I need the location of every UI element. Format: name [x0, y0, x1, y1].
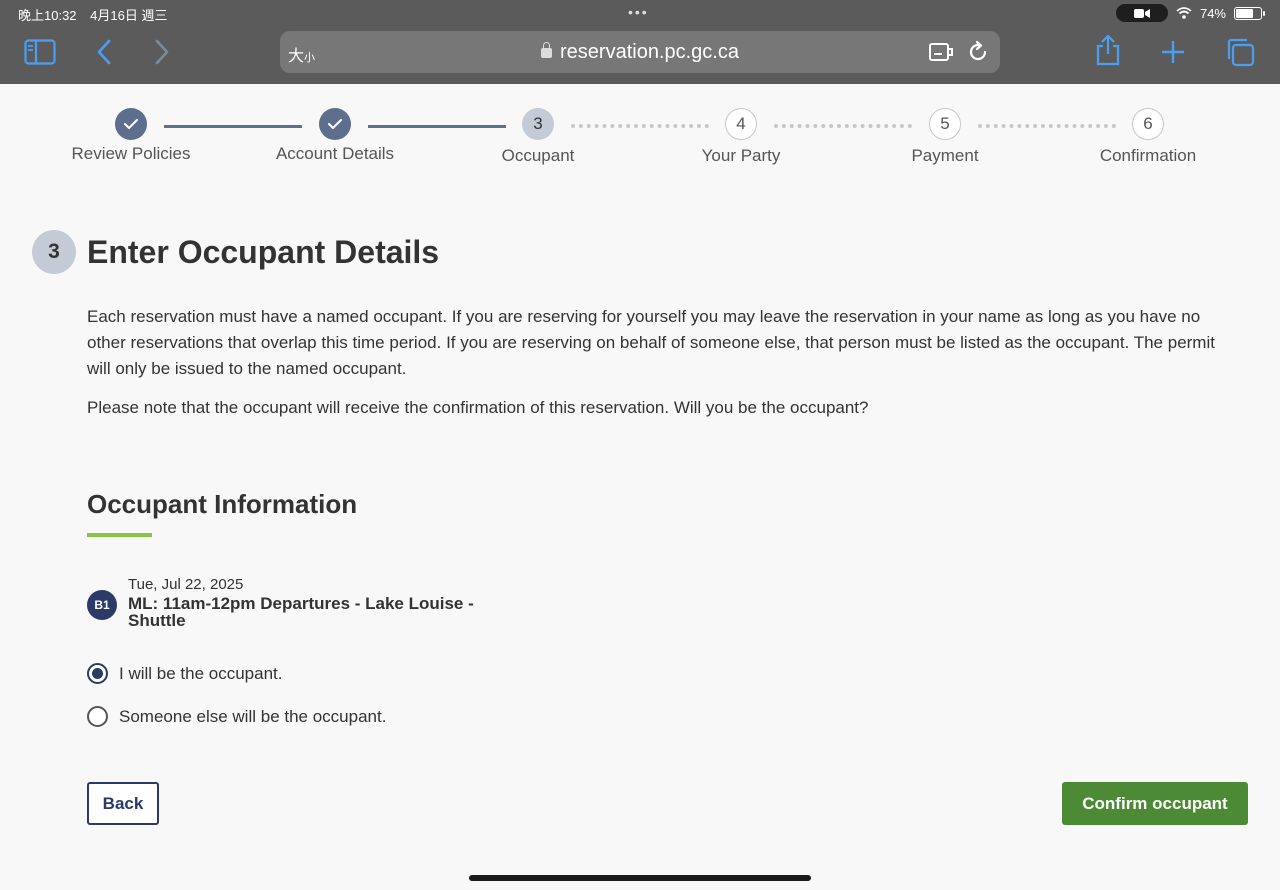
- status-time: 晚上10:32: [18, 8, 77, 23]
- step-number: 5: [929, 108, 961, 140]
- step-label: Payment: [911, 146, 979, 165]
- step-connector: [368, 125, 506, 128]
- occupant-note: Please note that the occupant will recei…: [87, 398, 869, 417]
- occupant-description: Each reservation must have a named occup…: [87, 307, 1215, 378]
- reservation-badge: B1: [87, 590, 117, 620]
- radio-self-occupant[interactable]: I will be the occupant.: [87, 663, 282, 684]
- lock-icon: [541, 42, 552, 58]
- back-arrow-icon[interactable]: [88, 36, 120, 68]
- url-display[interactable]: reservation.pc.gc.ca: [280, 41, 1000, 64]
- step-connector: [164, 125, 302, 128]
- step-label: Confirmation: [1099, 146, 1197, 165]
- back-button[interactable]: Back: [87, 782, 159, 825]
- radio-someone-else-occupant[interactable]: Someone else will be the occupant.: [87, 706, 386, 727]
- status-left: 晚上10:32 4月16日 週三: [18, 5, 177, 24]
- radio-button[interactable]: [87, 706, 108, 727]
- extension-icon[interactable]: [928, 40, 953, 64]
- reservation-date: Tue, Jul 22, 2025: [128, 576, 244, 593]
- status-right: 74%: [1115, 4, 1265, 22]
- check-icon: [319, 108, 351, 140]
- step-connector: [774, 124, 912, 128]
- camera-indicator-icon: [1115, 4, 1168, 22]
- confirm-occupant-button[interactable]: Confirm occupant: [1062, 782, 1248, 825]
- battery-icon: [1234, 6, 1265, 20]
- battery-percent: 74%: [1199, 5, 1226, 21]
- forward-arrow-icon[interactable]: [146, 36, 178, 68]
- reload-icon[interactable]: [966, 40, 990, 64]
- section-step-badge: 3: [32, 230, 76, 274]
- step-label: Account Details: [275, 144, 395, 163]
- page-title: Enter Occupant Details: [87, 234, 440, 270]
- new-tab-icon[interactable]: [1157, 36, 1189, 68]
- tabs-icon[interactable]: [1224, 36, 1256, 68]
- section-title: Occupant Information: [87, 489, 358, 519]
- sidebar-icon[interactable]: [24, 36, 56, 68]
- step-number: 3: [522, 108, 554, 140]
- step-number: 4: [725, 108, 757, 140]
- status-date: 4月16日 週三: [90, 8, 168, 23]
- step-label: Occupant: [501, 146, 575, 165]
- browser-chrome: 晚上10:32 4月16日 週三 ••• 74% 大小 reservation.…: [0, 0, 1280, 84]
- step-number: 6: [1132, 108, 1164, 140]
- step-connector: [571, 124, 709, 128]
- reservation-name: ML: 11am-12pm Departures - Lake Louise -…: [128, 594, 474, 630]
- radio-label: Someone else will be the occupant.: [119, 706, 387, 726]
- radio-label: I will be the occupant.: [119, 663, 283, 683]
- battery-fill: [1236, 8, 1253, 18]
- address-bar[interactable]: 大小 reservation.pc.gc.ca: [280, 31, 1000, 73]
- home-indicator[interactable]: [469, 875, 811, 881]
- step-connector: [978, 124, 1116, 128]
- status-bar: 晚上10:32 4月16日 週三 ••• 74%: [0, 0, 1280, 26]
- wifi-icon: [1176, 7, 1192, 19]
- progress-stepper: Review Policies Account Details 3 Occupa…: [0, 84, 1280, 184]
- step-label: Your Party: [701, 146, 781, 165]
- url-text: reservation.pc.gc.ca: [560, 41, 739, 63]
- share-icon[interactable]: [1092, 34, 1124, 66]
- section-underline: [87, 533, 152, 537]
- radio-button[interactable]: [87, 663, 108, 684]
- step-label: Review Policies: [71, 144, 191, 163]
- check-icon: [115, 108, 147, 140]
- multitasking-dots-icon[interactable]: •••: [628, 4, 649, 20]
